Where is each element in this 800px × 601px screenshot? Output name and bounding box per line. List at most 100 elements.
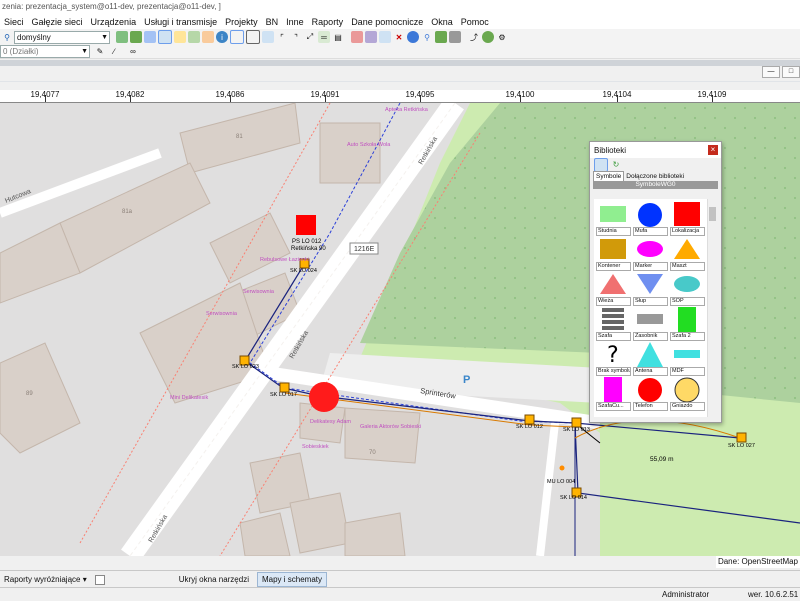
restore-button[interactable]: □ [782, 66, 800, 78]
menu-okna[interactable]: Okna [427, 17, 457, 27]
symbol-antena[interactable]: Antena [633, 340, 668, 376]
line-icon[interactable]: ∕ [108, 46, 120, 58]
symbol-maszt[interactable]: Maszt [670, 235, 705, 271]
distance-label: 55,09 m [650, 456, 674, 463]
symbol-kontener[interactable]: Kontener [596, 235, 631, 271]
zoom-icon[interactable] [174, 31, 186, 43]
print-icon[interactable] [449, 31, 461, 43]
layers-icon[interactable] [116, 31, 128, 43]
profile-select[interactable]: domyślny ▼ [14, 30, 110, 44]
minimize-button[interactable]: — [762, 66, 780, 78]
symbol-brak[interactable]: ? Brak symbolu [596, 340, 631, 376]
sk-box[interactable] [736, 432, 747, 443]
biblioteki-titlebar[interactable]: Biblioteki × [590, 142, 721, 158]
map-icon[interactable] [130, 31, 142, 43]
poi-label: Galeria Aktorów Sobieski [360, 424, 421, 430]
symbol-slup[interactable]: Słup [633, 270, 668, 306]
ruler-icon[interactable]: ▤ [332, 31, 344, 43]
menu-uslugi[interactable]: Usługi i transmisje [140, 17, 221, 27]
search-icon[interactable]: ⚲ [1, 31, 13, 43]
scrollbar-thumb[interactable] [709, 207, 716, 221]
symbol-wieza[interactable]: Wieża [596, 270, 631, 306]
table-icon[interactable] [158, 30, 172, 44]
symbol-mufa[interactable]: Mufa [633, 200, 668, 236]
close-icon[interactable]: × [708, 145, 718, 155]
resize-icon[interactable]: ⤢ [304, 31, 316, 43]
window-title: zenia: prezentacja_system@o11-dev, preze… [0, 0, 800, 14]
symbol-telefon[interactable]: Telefon [633, 375, 668, 411]
pan-icon[interactable] [188, 31, 200, 43]
biblioteki-tabs: Symbole Dołączone biblioteki [590, 171, 721, 181]
symbol-marker[interactable]: Marker [633, 235, 668, 271]
sk-box[interactable] [524, 414, 535, 425]
symbol-studnia[interactable]: Studnia [596, 200, 631, 236]
symbol-label: Gniazdo [670, 402, 705, 411]
symbol-lokalizacja[interactable]: Lokalizacja [670, 200, 705, 236]
menu-urzadzenia[interactable]: Urządzenia [87, 17, 141, 27]
grid-icon[interactable] [144, 31, 156, 43]
symbol-gniazdo[interactable]: Gniazdo [670, 375, 705, 411]
library-icon[interactable] [594, 157, 608, 172]
poi-label: Delikatesy Adam [310, 419, 351, 425]
ps-marker[interactable] [296, 215, 316, 235]
menu-pomoc[interactable]: Pomoc [457, 17, 493, 27]
settings-icon[interactable]: ⚙ [496, 31, 508, 43]
road-icon[interactable]: ═ [318, 31, 330, 43]
window-icon[interactable] [230, 30, 244, 44]
menu-sieci[interactable]: Sieci [0, 17, 28, 27]
photo-icon[interactable] [351, 31, 363, 43]
symbol-szafacu[interactable]: SzafaCu... [596, 375, 631, 411]
symbol-mdf[interactable]: MDF [670, 340, 705, 376]
symbol-label: SzafaCu... [596, 402, 631, 411]
symbol-szafa2[interactable]: Szafa 2 [670, 305, 705, 341]
building-number: 81 [236, 134, 243, 140]
menu-bn[interactable]: BN [262, 17, 283, 27]
refresh-icon[interactable]: ↻ [610, 159, 622, 171]
network-label: SK LO 017 [270, 392, 297, 398]
document-window-controls: — □ [760, 66, 800, 78]
bracket2-icon[interactable]: ⌝ [290, 31, 302, 43]
info-icon[interactable]: i [216, 31, 228, 43]
delete-icon[interactable]: ✕ [393, 31, 405, 43]
frame-icon[interactable] [246, 30, 260, 44]
profile-value: domyślny [17, 32, 51, 42]
symbol-szafa[interactable]: Szafa [596, 305, 631, 341]
link-icon[interactable]: ∞ [127, 46, 139, 58]
menu-raporty[interactable]: Raporty [308, 17, 348, 27]
export-icon[interactable] [435, 31, 447, 43]
tab-maps[interactable]: Mapy i schematy [256, 572, 328, 587]
sk-box[interactable] [571, 417, 582, 428]
mufa-marker[interactable] [309, 382, 339, 412]
hide-tools-button[interactable]: Ukryj okna narzędzi [175, 575, 253, 584]
copy-icon[interactable] [379, 31, 391, 43]
edit-icon[interactable] [365, 31, 377, 43]
stop-icon[interactable] [407, 31, 419, 43]
mu-marker[interactable] [559, 465, 565, 471]
menu-inne[interactable]: Inne [282, 17, 308, 27]
globe-icon[interactable] [482, 31, 494, 43]
building [289, 492, 351, 554]
menu-galezie[interactable]: Gałęzie sieci [28, 17, 87, 27]
symbol-sop[interactable]: SOP [670, 270, 705, 306]
reports-checkbox[interactable] [94, 574, 105, 585]
symbol-zasobnik[interactable]: Zasobnik [633, 305, 668, 341]
symbol-scrollbar[interactable] [707, 199, 717, 417]
tab-symbole[interactable]: Symbole [593, 171, 625, 181]
menu-dane[interactable]: Dane pomocnicze [347, 17, 427, 27]
bracket-icon[interactable]: ⌜ [276, 31, 288, 43]
zoom-in-icon[interactable]: ⚲ [421, 31, 433, 43]
network-label: PS LO 012 [292, 239, 322, 245]
measure-icon[interactable] [262, 31, 274, 43]
tab-dolaczone[interactable]: Dołączone biblioteki [624, 172, 686, 181]
route-icon[interactable]: ⤴ [468, 31, 480, 43]
sk-box[interactable] [279, 382, 290, 393]
select-icon[interactable] [202, 31, 214, 43]
biblioteki-title: Biblioteki [594, 145, 627, 155]
layer-select[interactable]: 0 (Działki) ▼ [0, 45, 90, 58]
draw-icon[interactable]: ✎ [94, 46, 106, 58]
reports-dropdown[interactable]: Raporty wyróżniające ▾ [0, 575, 91, 584]
svg-text:?: ? [607, 343, 619, 366]
symbol-grid: Studnia Mufa Lokalizacja Kontener Marker… [594, 199, 707, 417]
poi-label: Serwisownia [206, 311, 238, 317]
menu-projekty[interactable]: Projekty [221, 17, 262, 27]
